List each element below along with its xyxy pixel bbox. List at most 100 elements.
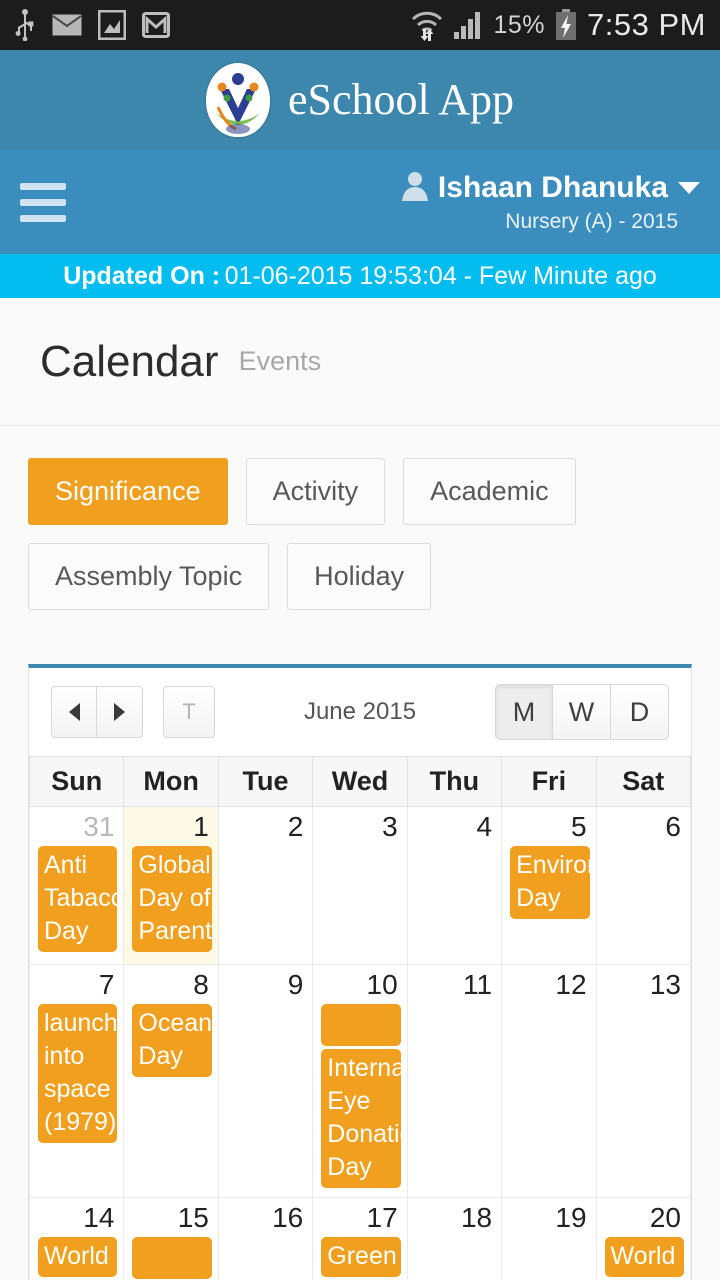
calendar-event-line: International xyxy=(327,1054,401,1083)
calendar-event-line: into xyxy=(44,1042,85,1071)
calendar-event-line: Day xyxy=(138,1042,183,1071)
calendar-day-cell[interactable]: 1 Global Day of Parents xyxy=(123,806,219,965)
day-number: 18 xyxy=(460,1202,493,1234)
calendar-event[interactable]: Green xyxy=(321,1237,401,1278)
calendar-event-line: space xyxy=(44,1075,111,1104)
calendar-event[interactable]: World xyxy=(604,1237,684,1278)
android-status-bar: 15% 7:53 PM xyxy=(0,0,720,50)
calendar-day-cell[interactable]: 11 xyxy=(406,963,503,1199)
today-button[interactable]: T xyxy=(163,686,215,738)
day-number: 10 xyxy=(366,969,398,1000)
calendar-event-line: Tabacco xyxy=(44,884,118,913)
app-brand-header: eSchool App xyxy=(0,50,720,150)
user-name-label: Ishaan Dhanuka xyxy=(437,171,668,204)
calendar-grid: SunMonTueWedThuFriSat 31 Anti Tabacco Day 1 G… xyxy=(28,756,692,1280)
chevron-down-icon[interactable] xyxy=(678,182,700,194)
day-number: 13 xyxy=(649,969,681,1000)
calendar-day-cell[interactable]: 17 Green xyxy=(312,1197,408,1280)
calendar-day-cell[interactable]: 2 xyxy=(217,806,314,965)
weekday-tue: Tue xyxy=(217,756,314,807)
calendar-weekday-header: Sun Mon Tue Wed Thu Fri Sat xyxy=(28,756,692,807)
screenshot-icon xyxy=(98,10,126,40)
filter-chip-holiday[interactable]: Holiday xyxy=(287,543,432,610)
app-title: eSchool App xyxy=(287,75,515,124)
calendar-event[interactable]: Environment Day xyxy=(510,846,590,920)
day-number: 11 xyxy=(463,969,493,1000)
calendar-day-cell[interactable]: 20 World xyxy=(595,1197,692,1280)
calendar-day-cell[interactable]: 31 Anti Tabacco Day xyxy=(28,806,125,965)
weekday-wed: Wed xyxy=(312,756,408,807)
user-avatar-icon xyxy=(401,171,428,206)
calendar-day-cell[interactable]: 4 xyxy=(406,806,503,965)
page-header: Calendar Events xyxy=(0,298,720,426)
calendar-day-cell[interactable]: 19 xyxy=(501,1197,597,1280)
next-arrow-icon xyxy=(114,703,125,721)
last-updated-bar: Updated On : 01-06-2015 19:53:04 - Few M… xyxy=(0,254,720,298)
user-name-row[interactable]: Ishaan Dhanuka xyxy=(401,171,700,206)
calendar-day-cell[interactable]: 5 Environment Day xyxy=(501,806,597,965)
calendar-day-cell[interactable]: 10 International Eye Donation Day xyxy=(312,963,408,1199)
calendar-event[interactable]: launched into space (1979) xyxy=(38,1004,118,1144)
day-number: 5 xyxy=(570,811,587,842)
calendar-view-switcher: MWD xyxy=(495,684,669,740)
calendar-day-cell[interactable]: 12 xyxy=(501,963,597,1199)
calendar-day-cell[interactable]: 3 xyxy=(312,806,408,965)
calendar-event[interactable] xyxy=(132,1237,212,1280)
filter-chip-assembly-topic[interactable]: Assembly Topic xyxy=(28,543,270,610)
calendar-day-cell[interactable]: 18 xyxy=(406,1197,503,1280)
day-number: 14 xyxy=(83,1202,115,1234)
calendar-event-line: Environment xyxy=(516,851,589,880)
day-number: 31 xyxy=(83,811,115,842)
calendar-event[interactable]: Anti Tabacco Day xyxy=(38,846,118,953)
calendar-week-row: 31AntiTabaccoDay1GlobalDay ofParents2345… xyxy=(28,806,692,965)
user-menu[interactable]: Ishaan Dhanuka Nursery (A) - 2015 xyxy=(401,171,700,234)
next-month-button[interactable] xyxy=(97,686,143,738)
filter-chip-significance[interactable]: Significance xyxy=(28,458,228,525)
calendar-event[interactable]: Oceans Day xyxy=(132,1004,212,1078)
calendar-event[interactable]: World xyxy=(38,1237,118,1278)
calendar-event[interactable] xyxy=(321,1004,401,1047)
view-button-w[interactable]: W xyxy=(553,684,611,740)
day-number: 20 xyxy=(649,1202,681,1234)
day-number: 6 xyxy=(665,811,681,842)
weekday-fri: Fri xyxy=(501,756,597,807)
calendar-container: T June 2015 MWD Sun Mon Tue Wed Thu Fri Sat 31… xyxy=(0,610,720,1280)
page-title: Calendar xyxy=(40,336,219,386)
calendar-day-cell[interactable]: 9 xyxy=(217,963,314,1199)
calendar-event[interactable]: International Eye Donation Day xyxy=(321,1049,401,1189)
prev-month-button[interactable] xyxy=(51,686,97,738)
hamburger-menu-icon[interactable] xyxy=(20,182,66,222)
calendar-event-line: World xyxy=(44,1242,109,1271)
calendar-day-cell[interactable]: 13 xyxy=(595,963,692,1199)
calendar-week-row: 7 launched into space (1979) 8 Oceans Day 9 10 Int… xyxy=(28,963,692,1199)
battery-percent-label: 15% xyxy=(493,10,546,39)
day-number: 2 xyxy=(287,811,304,842)
calendar-day-cell[interactable]: 6 xyxy=(595,806,692,965)
view-button-m[interactable]: M xyxy=(495,684,553,740)
status-clock: 7:53 PM xyxy=(587,7,706,42)
calendar-day-cell[interactable]: 14 World xyxy=(28,1197,125,1280)
day-number: 1 xyxy=(193,811,209,842)
view-button-d[interactable]: D xyxy=(611,684,669,740)
hamburger-bar xyxy=(20,182,66,190)
weekday-sat: Sat xyxy=(595,756,692,807)
calendar-event-line: Day xyxy=(327,1153,372,1182)
day-number: 15 xyxy=(177,1202,209,1234)
calendar-day-cell[interactable]: 15 xyxy=(123,1197,219,1280)
calendar-day-cell[interactable]: 16 xyxy=(217,1197,314,1280)
user-class-label: Nursery (A) - 2015 xyxy=(505,209,678,233)
day-number: 12 xyxy=(555,969,587,1000)
status-notification-icons xyxy=(14,9,170,41)
day-number: 17 xyxy=(366,1202,398,1234)
filter-chip-activity[interactable]: Activity xyxy=(245,458,386,525)
calendar-event[interactable]: Global Day of Parents xyxy=(132,846,212,953)
calendar-event-line: (1979) xyxy=(44,1108,117,1137)
prev-arrow-icon xyxy=(68,703,80,721)
calendar-day-cell[interactable]: 8 Oceans Day xyxy=(123,963,219,1199)
calendar-event-line: Day of xyxy=(138,884,211,913)
calendar-day-cell[interactable]: 7 launched into space (1979) xyxy=(28,963,125,1199)
page-subtitle: Events xyxy=(238,346,322,376)
calendar-event-line: Green xyxy=(327,1242,397,1271)
hamburger-bar xyxy=(20,198,66,206)
filter-chip-academic[interactable]: Academic xyxy=(403,458,576,525)
